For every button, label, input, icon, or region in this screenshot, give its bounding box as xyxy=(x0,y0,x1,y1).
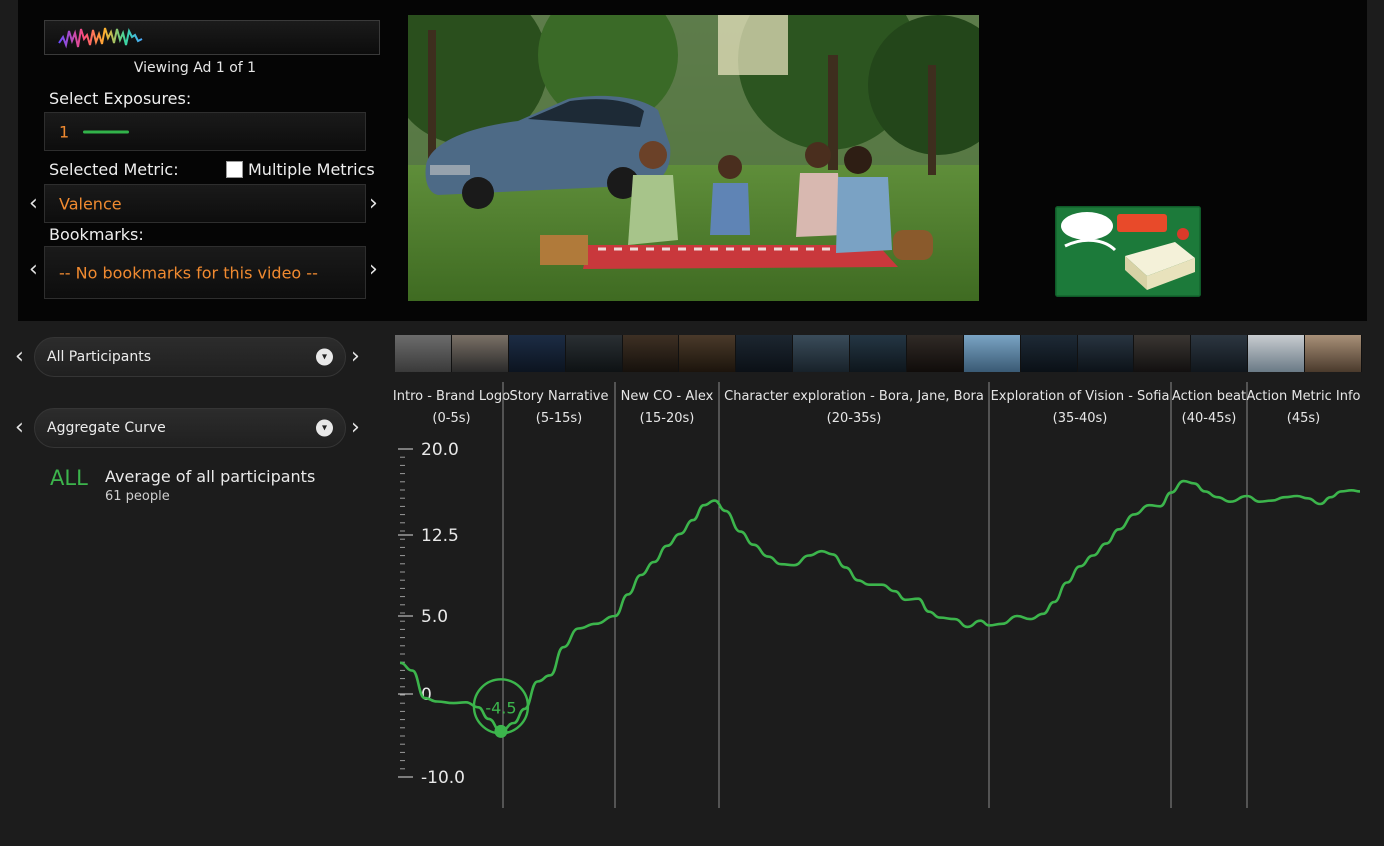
segment-name: Story Narrative xyxy=(510,389,609,404)
marker-dot xyxy=(494,724,508,738)
segment-time: (40-45s) xyxy=(1182,411,1237,426)
valence-chart[interactable]: Intro - Brand Logo (0-5s) Story Narrative (… xyxy=(0,0,1384,846)
marker-value-label: -4.5 xyxy=(485,698,516,717)
segment-time: (20-35s) xyxy=(827,411,882,426)
segment-time: (35-40s) xyxy=(1053,411,1108,426)
segment-name: Action beat xyxy=(1172,389,1246,404)
segment-name: Intro - Brand Logo xyxy=(393,389,510,404)
y-tick-label: 20.0 xyxy=(421,440,459,460)
segment-time: (0-5s) xyxy=(432,411,470,426)
segment-time: (15-20s) xyxy=(640,411,695,426)
segment-name: New CO - Alex xyxy=(621,389,714,404)
segment-name: Exploration of Vision - Sofia xyxy=(991,389,1170,404)
segment-time: (5-15s) xyxy=(536,411,582,426)
segment-name: Action Metric Info xyxy=(1247,389,1361,404)
valence-curve xyxy=(399,479,1361,733)
segment-name: Character exploration - Bora, Jane, Bora xyxy=(724,389,984,404)
y-tick-label: -10.0 xyxy=(421,768,465,788)
segment-time: (45s) xyxy=(1287,411,1320,426)
y-tick-label: 12.5 xyxy=(421,526,459,546)
y-tick-label: 5.0 xyxy=(421,607,448,627)
